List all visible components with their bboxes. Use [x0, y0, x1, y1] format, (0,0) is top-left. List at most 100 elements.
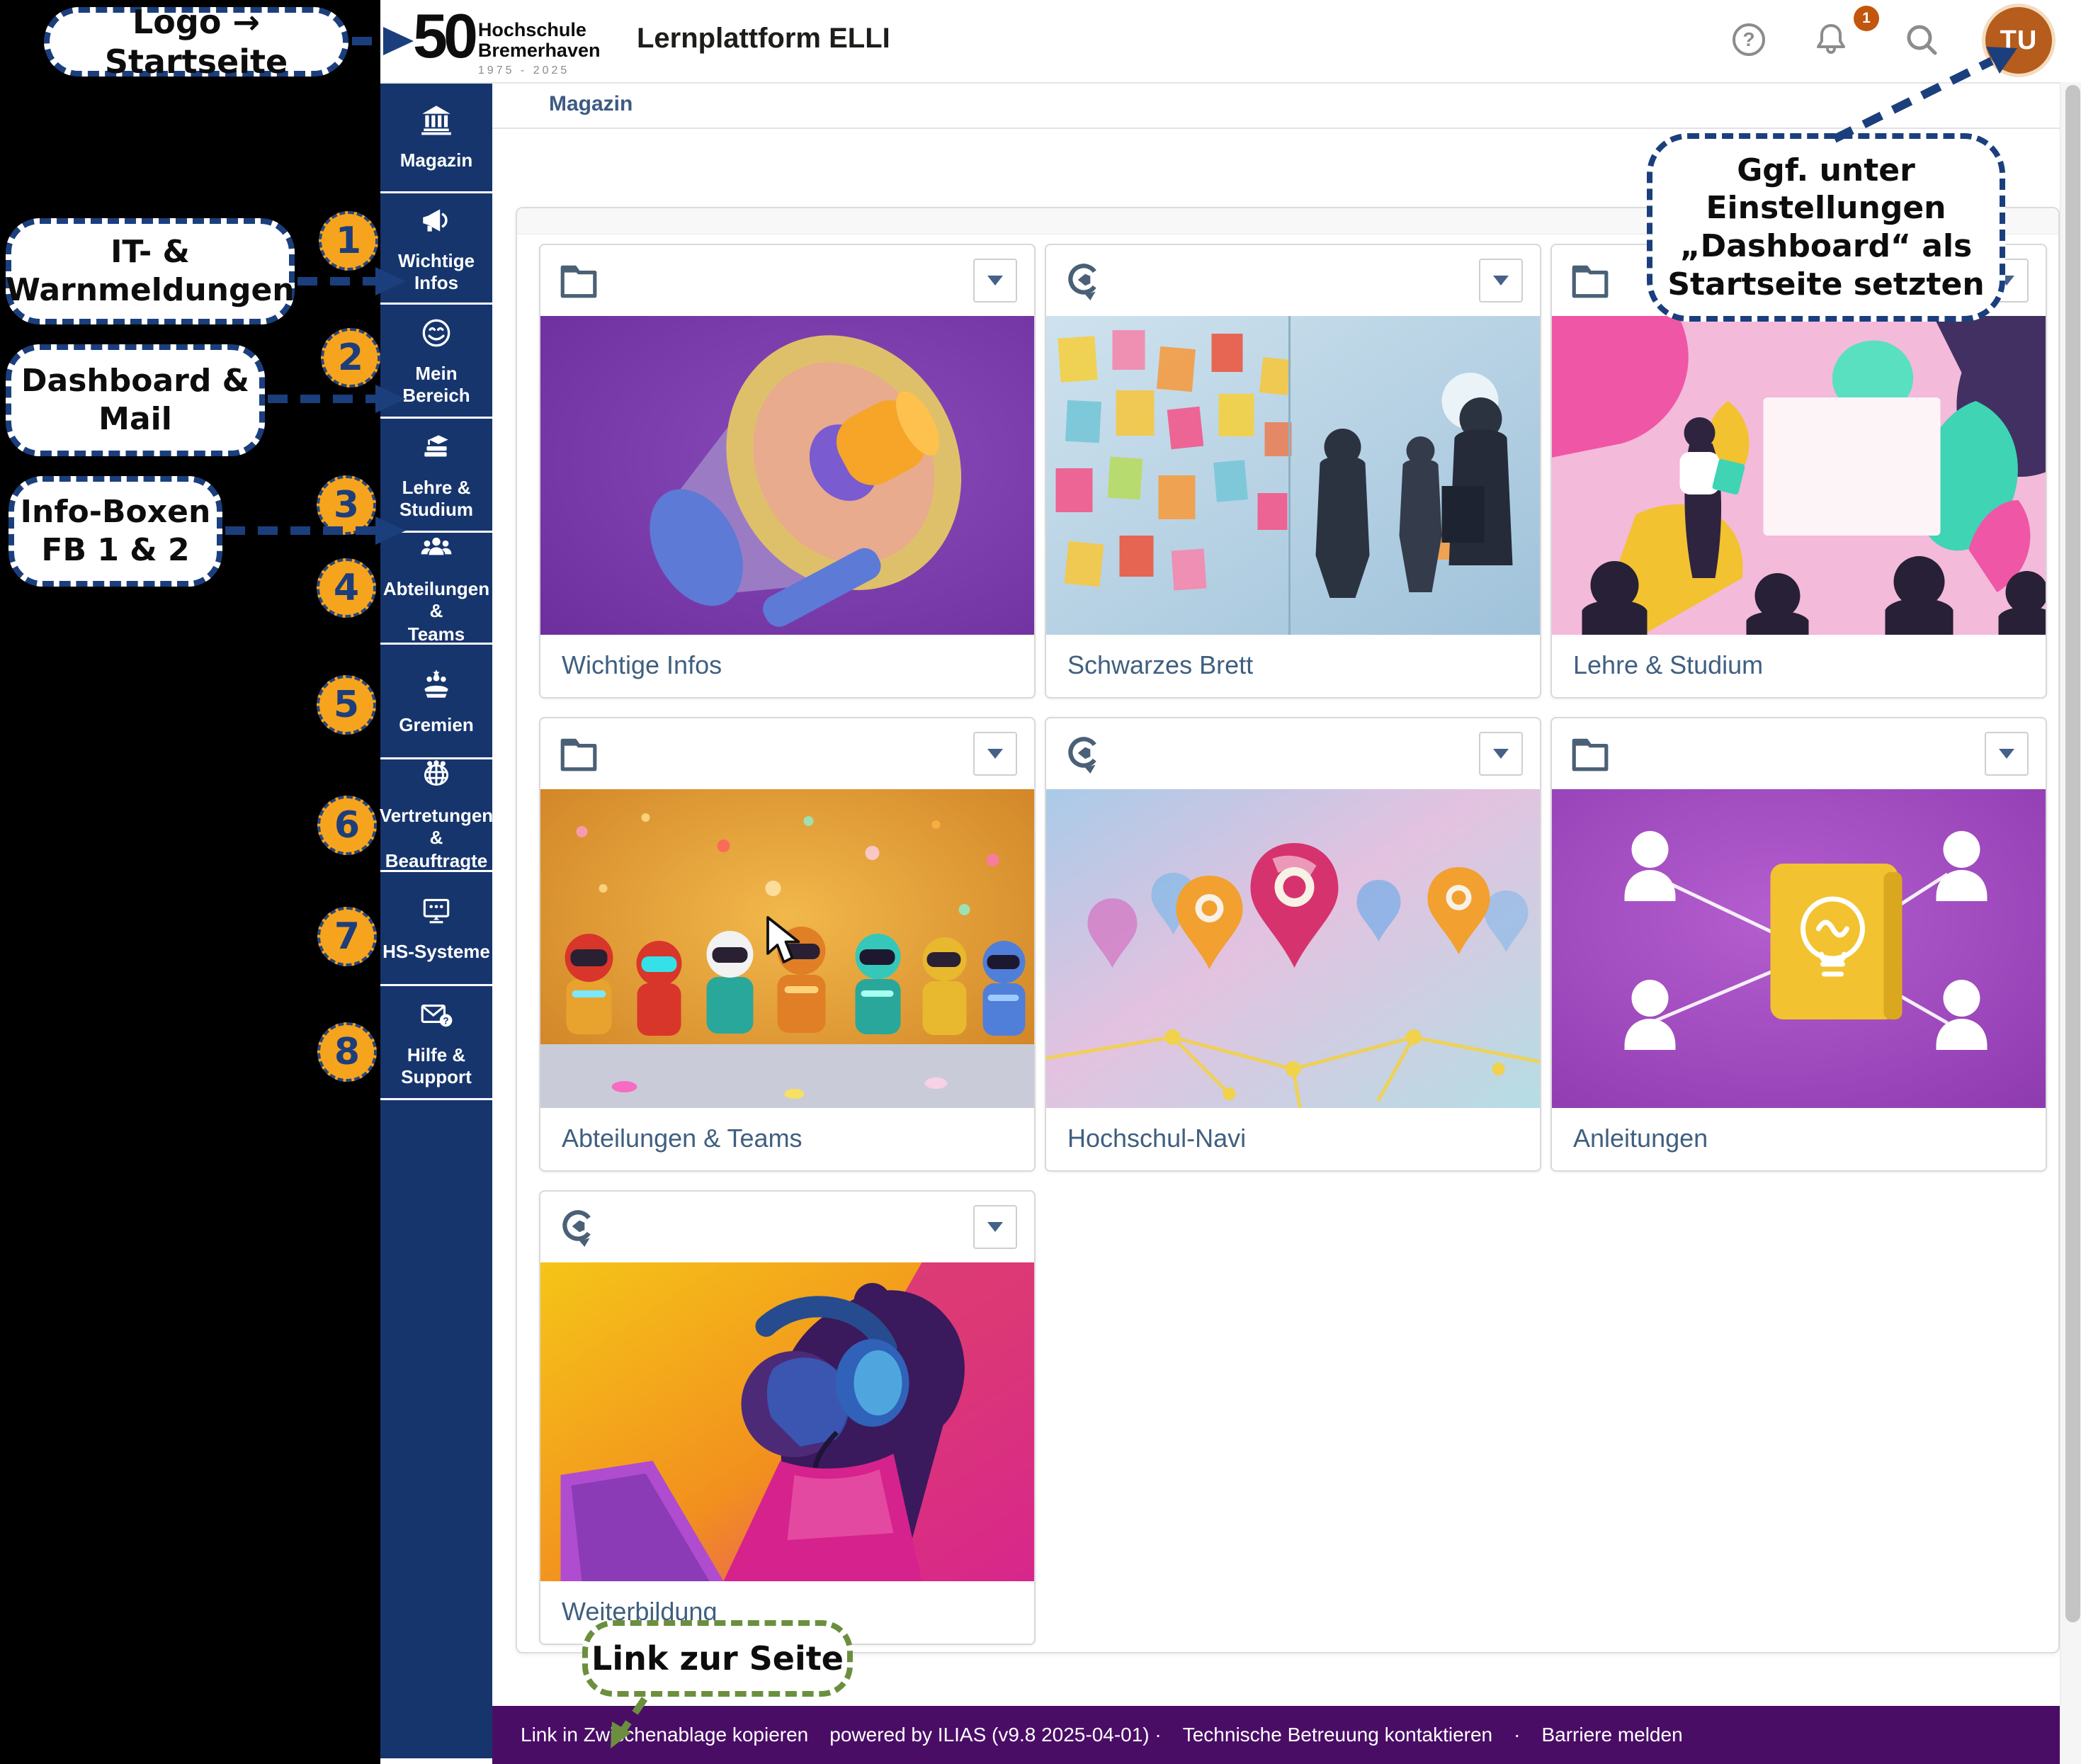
card-image-lightbulb-network[interactable] [1552, 789, 2046, 1108]
card-actions-dropdown[interactable] [973, 259, 1017, 303]
sidebar-item-label2: Teams [408, 623, 465, 645]
callout-dashboard-mail: Dashboard & Mail [6, 344, 265, 456]
callout-line: „Dashboard“ als [1680, 227, 1972, 266]
reference-link-icon [1063, 734, 1104, 774]
card-title[interactable]: Lehre & Studium [1552, 635, 2046, 696]
card-wichtige-infos[interactable]: Wichtige Infos [539, 244, 1036, 699]
card-actions-dropdown[interactable] [1479, 732, 1523, 776]
card-image-robots[interactable] [540, 789, 1034, 1108]
callout-settings-dashboard: Ggf. unter Einstellungen „Dashboard“ als… [1647, 133, 2005, 322]
sidebar-item-label: Abteilungen & [380, 578, 492, 622]
sidebar-item-label: Mein Bereich [380, 363, 492, 407]
card-image-headphones-person[interactable] [540, 1262, 1034, 1581]
folder-icon [557, 734, 599, 774]
card-grid: Wichtige Infos [539, 244, 2044, 1645]
chevron-down-icon [987, 749, 1003, 759]
sidebar-item-lehre-studium[interactable]: Lehre & Studium [380, 419, 492, 533]
card-actions-dropdown[interactable] [1985, 732, 2029, 776]
svg-text:?: ? [443, 1015, 448, 1026]
footer-report-link[interactable]: Barriere melden [1541, 1724, 1682, 1746]
chevron-down-icon [987, 1222, 1003, 1232]
sidebar-item-abteilungen-teams[interactable]: Abteilungen & Teams [380, 533, 492, 645]
logo-years: 1975 - 2025 [478, 64, 601, 77]
sidebar-item-magazin[interactable]: Magazin [380, 82, 492, 193]
card-title[interactable]: Anleitungen [1552, 1108, 2046, 1169]
callout-text: Logo → Startseite [50, 2, 343, 81]
card-image-presentation[interactable] [1552, 316, 2046, 635]
callout-text: Link zur Seite [591, 1639, 844, 1678]
card-title[interactable]: Schwarzes Brett [1046, 635, 1540, 696]
card-actions-dropdown[interactable] [973, 1205, 1017, 1249]
megaphone-icon [419, 203, 454, 242]
callout-info-boxen: Info-Boxen FB 1 & 2 [8, 476, 222, 587]
scrollbar-track[interactable] [2060, 82, 2081, 1764]
callout-line: Info-Boxen [21, 493, 211, 531]
card-image-sticky-notes[interactable] [1046, 316, 1540, 635]
footer-copy-link[interactable]: Link in Zwischenablage kopieren [521, 1724, 808, 1746]
search-icon[interactable] [1903, 21, 1940, 58]
sidebar-item-hilfe-support[interactable]: ? Hilfe & Support [380, 986, 492, 1100]
card-title[interactable]: Abteilungen & Teams [540, 1108, 1034, 1169]
notification-count-badge: 1 [1854, 6, 1879, 31]
sidebar-item-hs-systeme[interactable]: HS-Systeme [380, 872, 492, 986]
scrollbar-thumb[interactable] [2065, 85, 2080, 1622]
step-circle-5: 5 [317, 675, 376, 735]
monitor-password-icon [419, 893, 454, 932]
help-icon[interactable]: ? [1730, 21, 1767, 58]
chevron-down-icon [1493, 276, 1509, 285]
university-logo[interactable]: 50 Hochschule Bremerhaven 1975 - 2025 [413, 7, 600, 77]
callout-line: Dashboard & [21, 362, 249, 400]
card-title[interactable]: Wichtige Infos [540, 635, 1034, 696]
card-title[interactable]: Hochschul-Navi [1046, 1108, 1540, 1169]
header-bar: 50 Hochschule Bremerhaven 1975 - 2025 Le… [380, 0, 2081, 84]
callout-line: Startseite setzten [1667, 266, 1984, 304]
reference-link-icon [557, 1207, 599, 1247]
card-image-map-pins[interactable] [1046, 789, 1540, 1108]
graduation-books-icon [419, 429, 454, 468]
card-weiterbildung[interactable]: Weiterbildung [539, 1190, 1036, 1645]
step-circle-1: 1 [319, 211, 378, 271]
breadcrumb-item-magazin[interactable]: Magazin [549, 82, 633, 128]
card-actions-dropdown[interactable] [1479, 259, 1523, 303]
logo-name-line1: Hochschule [478, 20, 601, 40]
avatar[interactable]: TU [1985, 7, 2052, 74]
card-actions-dropdown[interactable] [973, 732, 1017, 776]
sidebar-item-wichtige-infos[interactable]: Wichtige Infos [380, 193, 492, 305]
sidebar-item-gremien[interactable]: Gremien [380, 645, 492, 759]
reference-link-icon [1063, 261, 1104, 300]
sidebar-item-mein-bereich[interactable]: Mein Bereich [380, 305, 492, 419]
sidebar-item-label: Vertretungen & [380, 805, 493, 849]
sidebar-item-vertretungen[interactable]: Vertretungen & Beauftragte [380, 759, 492, 872]
committee-icon [419, 667, 454, 706]
step-circle-8: 8 [317, 1022, 377, 1082]
callout-line: Warnmeldungen [6, 271, 294, 310]
chevron-down-icon [1493, 749, 1509, 759]
callout-line: FB 1 & 2 [41, 531, 189, 570]
globe-people-icon [419, 757, 454, 796]
notifications-bell-icon[interactable] [1813, 20, 1849, 57]
step-circle-2: 2 [321, 328, 380, 388]
smiley-icon [419, 315, 454, 354]
sidebar-bottom-strip [380, 1758, 492, 1764]
card-abteilungen-teams[interactable]: Abteilungen & Teams [539, 717, 1036, 1172]
card-image-megaphone[interactable] [540, 316, 1034, 635]
logo-name-line2: Bremerhaven [478, 40, 601, 61]
step-circle-7: 7 [317, 907, 377, 966]
bank-icon [419, 102, 454, 141]
step-circle-3: 3 [317, 475, 376, 535]
step-circle-4: 4 [317, 558, 376, 618]
sidebar-item-label: Wichtige Infos [380, 250, 492, 294]
footer-powered-by[interactable]: powered by ILIAS (v9.8 2025-04-01) · [829, 1724, 1161, 1746]
people-group-icon [419, 531, 454, 570]
footer-bar: Link in Zwischenablage kopieren powered … [492, 1706, 2081, 1764]
card-schwarzes-brett[interactable]: Schwarzes Brett [1045, 244, 1541, 699]
callout-line: Einstellungen [1706, 189, 1946, 227]
footer-support-link[interactable]: Technische Betreuung kontaktieren [1183, 1724, 1492, 1746]
footer-separator: · [1514, 1724, 1520, 1746]
sidebar-item-label: Gremien [399, 714, 474, 736]
sidebar-item-label: Hilfe & Support [380, 1044, 492, 1088]
sidebar-item-label2: Beauftragte [385, 850, 487, 872]
card-hochschul-navi[interactable]: Hochschul-Navi [1045, 717, 1541, 1172]
card-anleitungen[interactable]: Anleitungen [1550, 717, 2047, 1172]
callout-line: Ggf. unter [1737, 152, 1915, 190]
